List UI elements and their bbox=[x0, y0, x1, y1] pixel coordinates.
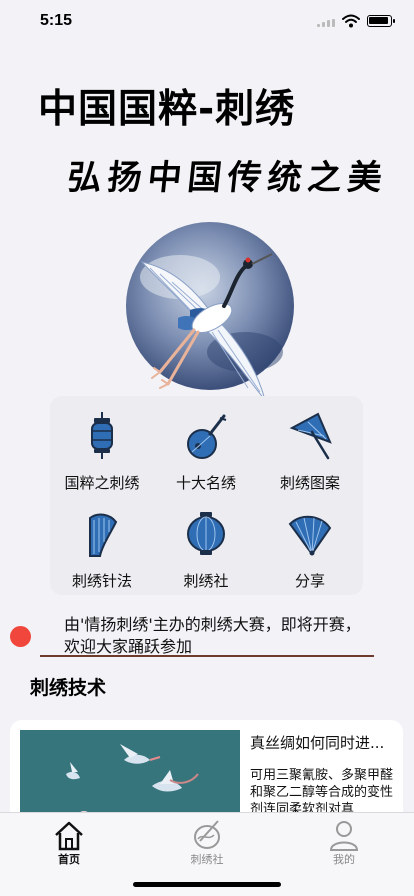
tab-label: 刺绣社 bbox=[190, 853, 224, 866]
round-lantern-icon bbox=[187, 512, 225, 555]
grid-item-share[interactable]: 分享 bbox=[258, 500, 362, 596]
section-title: 刺绣技术 bbox=[30, 677, 107, 699]
pipa-icon bbox=[187, 414, 227, 459]
grid-item-embroidery-intro[interactable]: 国粹之刺绣 bbox=[50, 402, 154, 498]
crane-illustration bbox=[126, 222, 294, 401]
grid-item-label: 刺绣针法 bbox=[71, 572, 132, 590]
tab-label: 我的 bbox=[333, 853, 355, 866]
notice-text[interactable]: 由'情扬刺绣'主办的刺绣大赛，即将开赛，欢迎大家踊跃参加 bbox=[64, 614, 364, 658]
feature-grid: 国粹之刺绣 十大名绣 刺绣图案 刺绣针法 刺绣社 分享 bbox=[50, 396, 363, 595]
tab-profile[interactable]: 我的 bbox=[299, 817, 389, 867]
wifi-icon bbox=[342, 14, 360, 28]
article-title: 真丝绸如何同时进... bbox=[250, 734, 385, 752]
page-title: 中国国粹-刺绣 bbox=[38, 87, 296, 132]
grid-item-patterns[interactable]: 刺绣图案 bbox=[258, 402, 362, 498]
grid-item-label: 分享 bbox=[294, 572, 325, 590]
grid-item-label: 十大名绣 bbox=[175, 474, 236, 492]
grid-item-club[interactable]: 刺绣社 bbox=[154, 500, 258, 596]
tab-label: 首页 bbox=[58, 853, 80, 866]
notice-divider bbox=[40, 655, 374, 657]
home-indicator bbox=[133, 882, 281, 887]
page-subtitle: 弘扬中国传统之美 bbox=[65, 158, 390, 198]
grid-item-label: 刺绣图案 bbox=[279, 474, 340, 492]
umbrella-icon bbox=[289, 412, 332, 460]
battery-icon bbox=[367, 15, 395, 27]
grid-item-stitches[interactable]: 刺绣针法 bbox=[50, 500, 154, 596]
person-icon bbox=[329, 821, 359, 851]
harp-icon bbox=[89, 513, 118, 557]
grid-item-label: 国粹之刺绣 bbox=[64, 474, 140, 492]
status-time: 5:15 bbox=[40, 12, 73, 29]
notice-indicator-dot bbox=[10, 626, 31, 647]
embroidery-hoop-icon bbox=[194, 820, 220, 849]
fan-icon bbox=[288, 515, 332, 556]
lantern-icon bbox=[91, 412, 113, 459]
grid-item-top-ten[interactable]: 十大名绣 bbox=[154, 402, 258, 498]
status-bar: 5:15 bbox=[0, 0, 414, 46]
grid-item-label: 刺绣社 bbox=[183, 572, 229, 590]
cellular-signal-icon bbox=[317, 19, 335, 27]
tab-embroidery-club[interactable]: 刺绣社 bbox=[162, 817, 252, 867]
home-icon bbox=[55, 821, 83, 851]
article-excerpt: 可用三聚氰胺、多聚甲醛和聚乙二醇等合成的变性剂连同柔软剂对真 bbox=[250, 768, 394, 817]
tab-home[interactable]: 首页 bbox=[24, 817, 114, 867]
